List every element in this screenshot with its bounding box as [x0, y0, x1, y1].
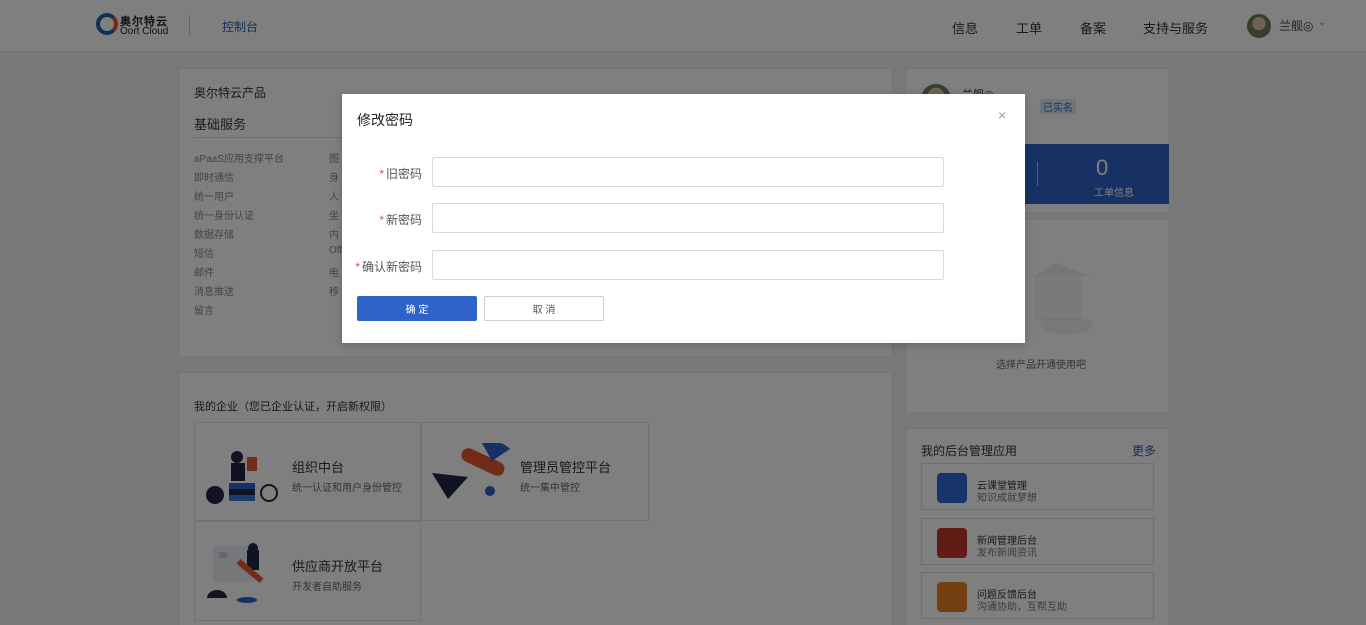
- change-password-dialog: 修改密码 × * 旧密码 * 新密码 * 确认新密码 确 定 取 消: [342, 94, 1025, 343]
- field-label-text: 确认新密码: [361, 260, 422, 274]
- required-asterisk: *: [379, 213, 384, 227]
- new-password-label: * 新密码: [342, 211, 422, 228]
- required-asterisk: *: [355, 260, 360, 274]
- confirm-password-input[interactable]: [432, 250, 944, 280]
- confirm-button[interactable]: 确 定: [357, 296, 477, 321]
- close-icon[interactable]: ×: [998, 108, 1006, 122]
- cancel-button[interactable]: 取 消: [484, 296, 604, 321]
- confirm-password-label: * 确认新密码: [342, 258, 422, 275]
- dialog-title: 修改密码: [357, 112, 413, 128]
- field-label-text: 旧密码: [385, 167, 422, 181]
- old-password-label: * 旧密码: [342, 165, 422, 182]
- required-asterisk: *: [379, 167, 384, 181]
- new-password-input[interactable]: [432, 203, 944, 233]
- field-label-text: 新密码: [385, 213, 422, 227]
- old-password-input[interactable]: [432, 157, 944, 187]
